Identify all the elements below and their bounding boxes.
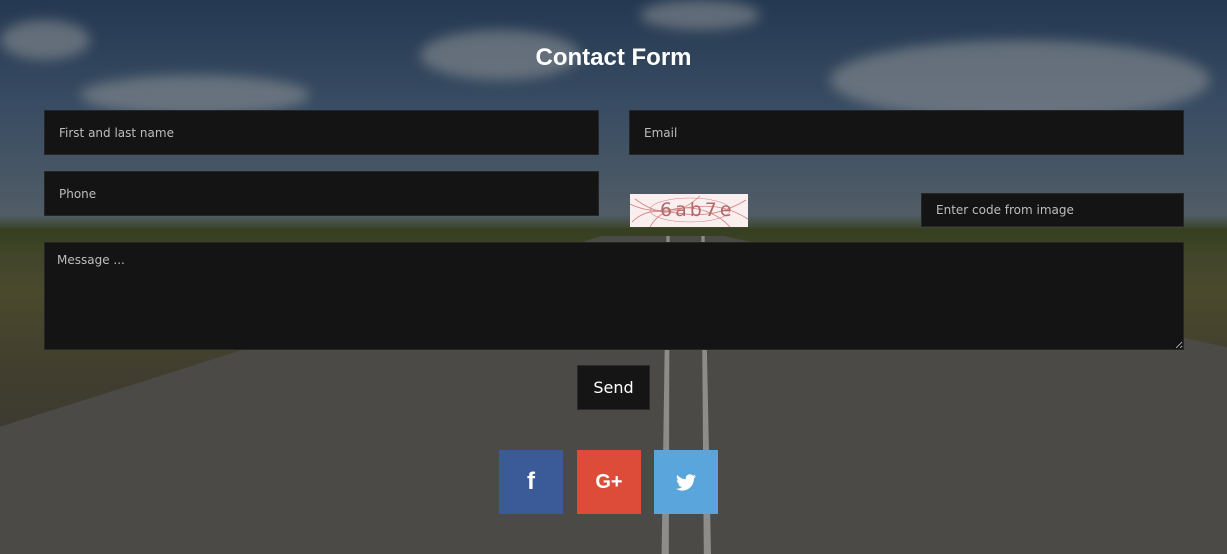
facebook-icon: f: [527, 468, 535, 495]
page-title: Contact Form: [535, 44, 692, 71]
email-field[interactable]: [629, 110, 1184, 155]
google-plus-icon: G+: [595, 470, 623, 493]
twitter-button[interactable]: [654, 450, 718, 514]
captcha-code: 6ab7e: [660, 199, 735, 221]
google-plus-button[interactable]: G+: [577, 450, 641, 514]
phone-field[interactable]: [44, 171, 599, 216]
captcha-image: 6ab7e: [630, 194, 748, 227]
name-field[interactable]: [44, 110, 599, 155]
message-field[interactable]: [44, 242, 1184, 350]
captcha-input[interactable]: [921, 193, 1184, 227]
facebook-button[interactable]: f: [499, 450, 563, 514]
captcha-noise: 6ab7e: [630, 195, 748, 227]
twitter-icon: [676, 473, 696, 491]
send-button[interactable]: Send: [577, 365, 650, 410]
